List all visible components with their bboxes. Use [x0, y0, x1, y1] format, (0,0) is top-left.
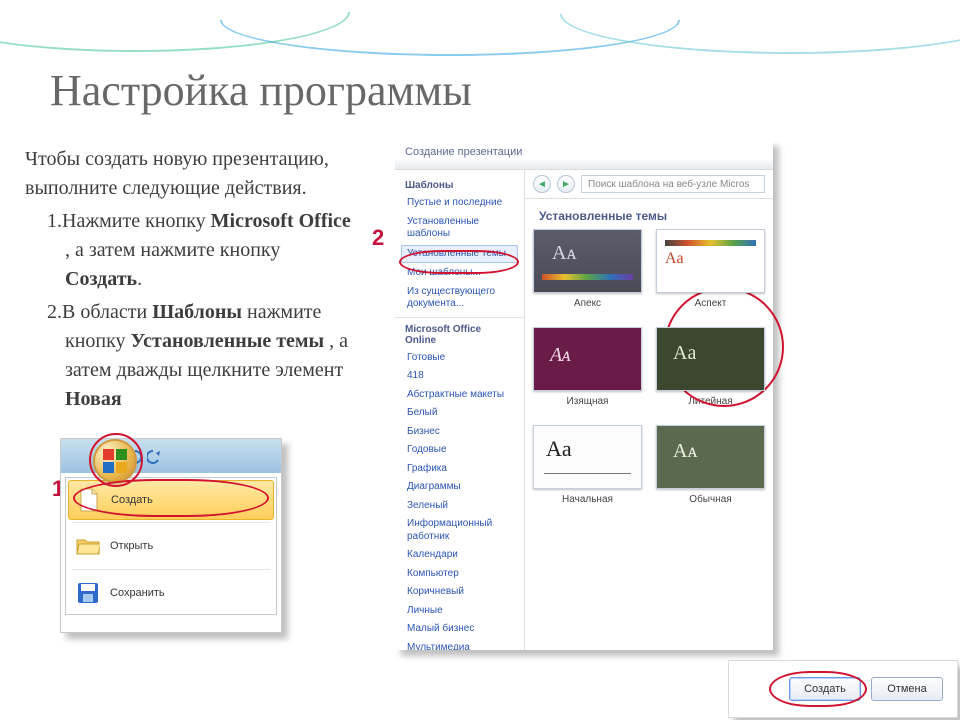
sidebar-item[interactable]: Годовые: [395, 441, 524, 460]
theme-thumb[interactable]: AᴀОбычная: [656, 425, 765, 505]
sidebar-item[interactable]: Личные: [395, 602, 524, 621]
sidebar-item[interactable]: Установленные шаблоны: [395, 213, 524, 244]
menu-item-create[interactable]: Создать: [68, 480, 274, 520]
redo-icon[interactable]: [147, 448, 163, 464]
slide: Настройка программы Чтобы создать новую …: [0, 0, 960, 720]
lead-text: Чтобы создать новую презентацию, выполни…: [25, 145, 355, 203]
page-title: Настройка программы: [50, 65, 472, 116]
sidebar-item[interactable]: Мультимедиа: [395, 639, 524, 651]
office-button[interactable]: [95, 441, 135, 481]
themes-panel: ◄ ► Поиск шаблона на веб-узле Micros Уст…: [525, 170, 773, 650]
dialog-toolbar: ◄ ► Поиск шаблона на веб-узле Micros: [525, 170, 773, 199]
sidebar-item[interactable]: 418: [395, 367, 524, 386]
sidebar-item[interactable]: Зеленый: [395, 497, 524, 516]
thumb-label: Начальная: [533, 494, 642, 505]
cancel-button[interactable]: Отмена: [871, 677, 943, 701]
thumb-label: Литейная: [656, 396, 765, 407]
sidebar-header: Шаблоны: [395, 174, 524, 194]
dialog-title: Создание презентации: [395, 140, 773, 160]
create-button[interactable]: Создать: [789, 677, 861, 701]
sidebar-item[interactable]: Готовые: [395, 349, 524, 368]
sidebar-item[interactable]: Календари: [395, 546, 524, 565]
sidebar-header: Microsoft Office Online: [395, 317, 524, 349]
decorative-curves: [0, 18, 960, 58]
panel-header: Установленные темы: [525, 199, 773, 229]
body-text: Чтобы создать новую презентацию, выполни…: [25, 145, 355, 418]
sidebar-item[interactable]: Абстрактные макеты: [395, 386, 524, 405]
menu-label: Открыть: [110, 540, 153, 552]
step-1: 1.Нажмите кнопку Microsoft Office , а за…: [25, 207, 355, 294]
sidebar-item[interactable]: Коричневый: [395, 583, 524, 602]
callout-badge-2: 2: [372, 225, 384, 251]
dialog-footer-screenshot: Создать Отмена: [728, 660, 958, 718]
step-2: 2.В области Шаблоны нажмите кнопку Устан…: [25, 298, 355, 414]
sidebar-item[interactable]: Пустые и последние: [395, 194, 524, 213]
back-button[interactable]: ◄: [533, 175, 551, 193]
menu-item-open[interactable]: Открыть: [66, 525, 276, 567]
theme-thumb[interactable]: AᴀАпекс: [533, 229, 642, 309]
forward-button[interactable]: ►: [557, 175, 575, 193]
thumb-label: Обычная: [656, 494, 765, 505]
theme-thumb[interactable]: AaАспект: [656, 229, 765, 309]
new-file-icon: [77, 487, 101, 513]
sidebar-item[interactable]: Из существующего документа...: [395, 283, 524, 314]
templates-sidebar: Шаблоны Пустые и последниеУстановленные …: [395, 170, 525, 650]
open-folder-icon: [76, 533, 100, 559]
theme-thumb[interactable]: AᴀИзящная: [533, 327, 642, 407]
sidebar-item[interactable]: Малый бизнес: [395, 620, 524, 639]
quick-access-toolbar: [61, 439, 281, 473]
sidebar-item[interactable]: Компьютер: [395, 565, 524, 584]
sidebar-item[interactable]: Графика: [395, 460, 524, 479]
thumb-label: Апекс: [533, 298, 642, 309]
sidebar-item[interactable]: Мои шаблоны...: [395, 264, 524, 283]
menu-item-save[interactable]: Сохранить: [66, 572, 276, 614]
menu-label: Создать: [111, 494, 153, 506]
new-presentation-dialog: Создание презентации Шаблоны Пустые и по…: [395, 140, 773, 650]
thumb-label: Изящная: [533, 396, 642, 407]
theme-thumb[interactable]: AaНачальная: [533, 425, 642, 505]
search-input[interactable]: Поиск шаблона на веб-узле Micros: [581, 175, 765, 193]
sidebar-item[interactable]: Информационный работник: [395, 515, 524, 546]
menu-label: Сохранить: [110, 587, 165, 599]
office-menu: Создать Открыть Сохранить: [65, 477, 277, 615]
sidebar-item[interactable]: Белый: [395, 404, 524, 423]
diskette-icon: [76, 580, 100, 606]
sidebar-item[interactable]: Бизнес: [395, 423, 524, 442]
office-menu-screenshot: Создать Открыть Сохранить: [60, 438, 282, 633]
thumb-label: Аспект: [656, 298, 765, 309]
sidebar-item[interactable]: Диаграммы: [395, 478, 524, 497]
sidebar-item[interactable]: Установленные темы: [401, 245, 518, 264]
theme-thumb[interactable]: AaЛитейная: [656, 327, 765, 407]
